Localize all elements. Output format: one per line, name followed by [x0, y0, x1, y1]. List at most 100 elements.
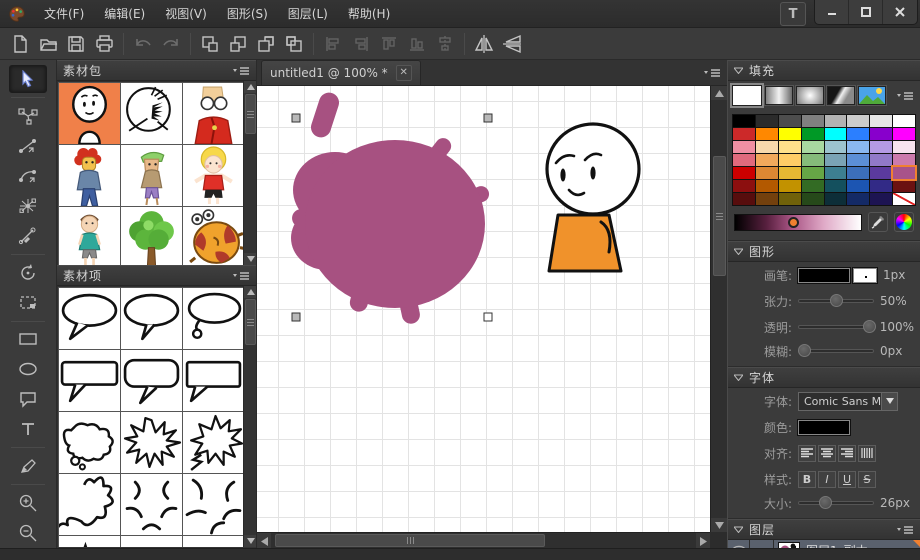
fill-type-linear-gradient[interactable]: [765, 86, 793, 105]
font-family-select[interactable]: Comic Sans MS: [798, 392, 898, 411]
menu-view[interactable]: 视图(V): [155, 0, 217, 27]
palette-swatch[interactable]: [779, 115, 801, 127]
panel-menu-icon[interactable]: [232, 66, 250, 76]
document-tab[interactable]: untitled1 @ 100% * ✕: [261, 60, 421, 85]
scrollbar-thumb[interactable]: [713, 156, 726, 276]
scroll-down-icon[interactable]: [244, 535, 256, 547]
menu-help[interactable]: 帮助(H): [338, 0, 400, 27]
text-tool[interactable]: [9, 415, 47, 443]
palette-swatch[interactable]: [779, 167, 801, 179]
palette-swatch[interactable]: [893, 167, 915, 179]
dropdown-arrow-icon[interactable]: [881, 393, 897, 410]
palette-swatch[interactable]: [733, 115, 755, 127]
new-file-icon[interactable]: [7, 31, 33, 57]
print-icon[interactable]: [91, 31, 117, 57]
tension-slider[interactable]: [798, 294, 874, 308]
flip-horizontal-icon[interactable]: [471, 31, 497, 57]
panel-menu-icon[interactable]: [896, 91, 914, 101]
font-panel-header[interactable]: 字体: [728, 367, 920, 388]
scroll-right-icon[interactable]: [696, 533, 710, 549]
canvas-horizontal-scrollbar[interactable]: [257, 532, 710, 548]
align-left-icon[interactable]: [320, 31, 346, 57]
palette-swatch[interactable]: [870, 180, 892, 192]
bubble-thumb-rect-center[interactable]: [121, 350, 182, 411]
gradient-marker[interactable]: [788, 217, 799, 228]
brush-color-swatch[interactable]: [798, 268, 850, 283]
palette-swatch[interactable]: [847, 193, 869, 205]
bubble-thumb-spike[interactable]: [121, 536, 182, 547]
align-right-button[interactable]: [838, 445, 856, 462]
menu-file[interactable]: 文件(F): [34, 0, 94, 27]
palette-swatch[interactable]: [825, 141, 847, 153]
rectangle-tool[interactable]: [9, 326, 47, 354]
opacity-slider[interactable]: [798, 320, 874, 334]
palette-swatch[interactable]: [802, 180, 824, 192]
material-thumb-red-hair-man[interactable]: [59, 145, 120, 206]
flip-vertical-icon[interactable]: [499, 31, 525, 57]
scrollbar-thumb[interactable]: [245, 94, 256, 134]
save-icon[interactable]: [63, 31, 89, 57]
palette-swatch[interactable]: [733, 193, 755, 205]
close-button[interactable]: [883, 0, 917, 24]
bubble-thumb-curve-burst[interactable]: [121, 474, 182, 535]
material-items-scrollbar[interactable]: [243, 286, 256, 547]
layers-panel-header[interactable]: 图层: [728, 519, 920, 540]
redo-icon[interactable]: [158, 31, 184, 57]
align-top-icon[interactable]: [376, 31, 402, 57]
palette-swatch[interactable]: [870, 128, 892, 140]
underline-button[interactable]: U: [838, 471, 856, 488]
palette-swatch[interactable]: [802, 154, 824, 166]
brush-tool[interactable]: [9, 452, 47, 480]
bubble-thumb-oval-curl[interactable]: [183, 288, 244, 349]
palette-swatch[interactable]: [779, 141, 801, 153]
bubble-thumb-curve-rays[interactable]: [183, 474, 244, 535]
palette-swatch[interactable]: [870, 193, 892, 205]
palette-swatch[interactable]: [893, 115, 915, 127]
pen-tool[interactable]: [9, 222, 47, 250]
material-items-header[interactable]: 素材项: [57, 265, 256, 286]
strikethrough-button[interactable]: S: [858, 471, 876, 488]
palette-swatch[interactable]: [825, 115, 847, 127]
move-anchor-tool[interactable]: [9, 132, 47, 160]
palette-swatch[interactable]: [756, 128, 778, 140]
panel-menu-icon[interactable]: [232, 271, 250, 281]
palette-swatch[interactable]: [847, 180, 869, 192]
node-edit-tool[interactable]: [9, 102, 47, 130]
bring-forward-icon[interactable]: [225, 31, 251, 57]
zoom-in-tool[interactable]: [9, 489, 47, 517]
palette-swatch[interactable]: [779, 193, 801, 205]
palette-swatch[interactable]: [893, 141, 915, 153]
bubble-thumb-starburst[interactable]: [121, 412, 182, 473]
bubble-thumb-rect-slant[interactable]: [183, 350, 244, 411]
collapse-icon[interactable]: [734, 526, 743, 533]
bold-button[interactable]: B: [798, 471, 816, 488]
scroll-up-icon[interactable]: [244, 81, 256, 93]
crop-tool[interactable]: [9, 289, 47, 317]
bring-to-front-icon[interactable]: [197, 31, 223, 57]
material-pack-scrollbar[interactable]: [243, 81, 256, 265]
palette-swatch[interactable]: [870, 115, 892, 127]
palette-swatch[interactable]: [779, 180, 801, 192]
brush-size-preview[interactable]: [853, 268, 877, 283]
scroll-down-icon[interactable]: [244, 253, 256, 265]
palette-swatch[interactable]: [870, 167, 892, 179]
material-thumb-tree[interactable]: [121, 207, 182, 265]
send-to-back-icon[interactable]: [281, 31, 307, 57]
palette-swatch[interactable]: [847, 167, 869, 179]
scrollbar-thumb[interactable]: [275, 534, 545, 547]
material-thumb-office-man[interactable]: [183, 83, 244, 144]
material-thumb-stick-figure[interactable]: [59, 83, 120, 144]
palette-swatch[interactable]: [733, 141, 755, 153]
palette-swatch[interactable]: [756, 193, 778, 205]
bubble-thumb-rect-left[interactable]: [59, 350, 120, 411]
palette-swatch[interactable]: [825, 154, 847, 166]
align-center-button[interactable]: [818, 445, 836, 462]
palette-swatch[interactable]: [733, 167, 755, 179]
shape-panel-header[interactable]: 图形: [728, 241, 920, 262]
align-justify-button[interactable]: [858, 445, 876, 462]
convert-anchor-tool[interactable]: [9, 192, 47, 220]
canvas-vertical-scrollbar[interactable]: [710, 86, 727, 532]
ellipse-tool[interactable]: [9, 355, 47, 383]
scroll-down-icon[interactable]: [711, 518, 728, 532]
palette-swatch[interactable]: [733, 154, 755, 166]
